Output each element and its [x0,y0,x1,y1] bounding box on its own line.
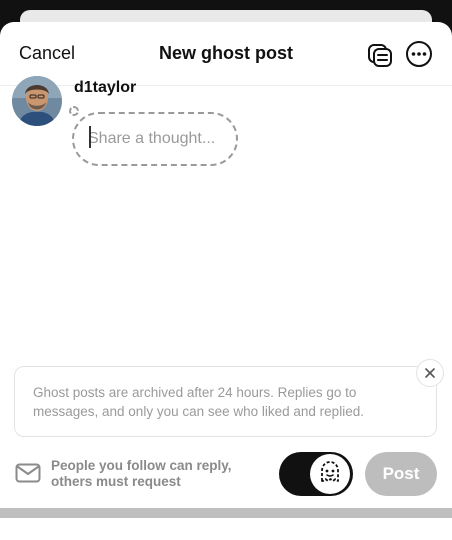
notice-text: Ghost posts are archived after 24 hours.… [33,385,364,419]
reply-setting-line2: others must request [51,474,181,489]
reply-setting-line1: People you follow can reply, [51,458,232,473]
drafts-icon[interactable] [366,40,394,68]
username: d1taylor [74,79,137,96]
sheet-header: Cancel New ghost post [0,22,452,86]
ghost-icon [321,461,339,482]
reply-setting-button[interactable]: People you follow can reply, others must… [51,458,261,490]
thought-bubble-tail [69,106,79,116]
avatar[interactable] [12,76,62,126]
avatar-image [12,76,62,126]
post-button[interactable]: Post [365,452,437,496]
notice-close-button[interactable] [416,359,444,387]
envelope-icon[interactable] [15,463,41,483]
cancel-button[interactable]: Cancel [19,43,75,64]
ghost-toggle-knob[interactable] [310,454,350,494]
text-caret [89,126,91,148]
ghost-post-notice: Ghost posts are archived after 24 hours.… [14,366,437,437]
compose-input[interactable] [88,128,234,150]
more-icon[interactable] [405,40,433,68]
close-icon [425,368,435,378]
bottom-edge [0,508,452,518]
